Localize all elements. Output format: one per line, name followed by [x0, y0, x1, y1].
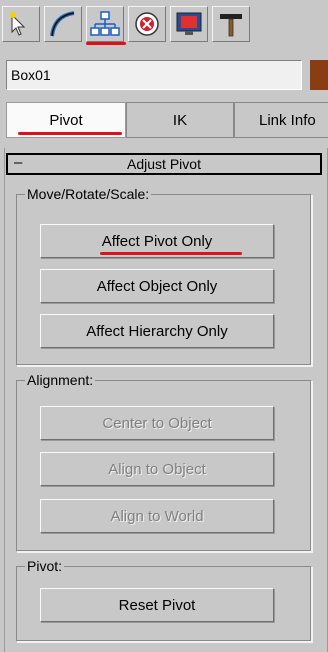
active-tab-underline	[86, 42, 126, 45]
modify-tab[interactable]	[44, 6, 82, 42]
tab-ik[interactable]: IK	[126, 102, 234, 138]
affect-object-only-button[interactable]: Affect Object Only	[40, 269, 274, 303]
rollout-title: Adjust Pivot	[127, 156, 201, 172]
tab-label: Pivot	[49, 111, 83, 129]
create-tab[interactable]	[2, 6, 40, 42]
tab-link-info[interactable]: Link Info	[234, 102, 328, 138]
display-icon	[176, 12, 202, 35]
center-to-object-button[interactable]: Center to Object	[40, 406, 274, 440]
utilities-tab[interactable]	[212, 6, 250, 42]
button-label: Affect Pivot Only	[101, 232, 213, 250]
button-label: Reset Pivot	[118, 596, 196, 614]
button-label: Center to Object	[102, 414, 212, 432]
motion-icon	[135, 12, 159, 36]
create-icon	[10, 12, 26, 36]
group-legend: Move/Rotate/Scale:	[27, 186, 150, 202]
button-label: Affect Object Only	[96, 277, 218, 295]
align-to-object-button[interactable]: Align to Object	[40, 452, 274, 486]
utilities-icon	[220, 14, 242, 37]
modify-icon	[50, 11, 75, 37]
command-panel-toolbar	[0, 0, 328, 50]
object-name-field[interactable]: Box01	[6, 60, 302, 90]
object-color-swatch[interactable]	[310, 60, 328, 90]
active-tab-underline	[18, 132, 122, 135]
affect-hierarchy-only-button[interactable]: Affect Hierarchy Only	[40, 314, 274, 348]
tab-label: Link Info	[259, 111, 316, 129]
button-label: Align to Object	[108, 460, 206, 478]
rollout-header[interactable]: – Adjust Pivot	[6, 153, 322, 175]
hierarchy-tab[interactable]	[86, 6, 124, 42]
button-label: Align to World	[110, 507, 204, 525]
button-label: Affect Hierarchy Only	[86, 322, 228, 340]
tab-label: IK	[172, 111, 188, 129]
display-tab[interactable]	[170, 6, 208, 42]
active-button-underline	[100, 252, 242, 255]
group-legend: Pivot:	[27, 558, 63, 574]
motion-tab[interactable]	[128, 6, 166, 42]
reset-pivot-button[interactable]: Reset Pivot	[40, 588, 274, 622]
align-to-world-button[interactable]: Align to World	[40, 499, 274, 533]
group-legend: Alignment:	[27, 372, 94, 388]
hierarchy-icon	[90, 11, 120, 36]
